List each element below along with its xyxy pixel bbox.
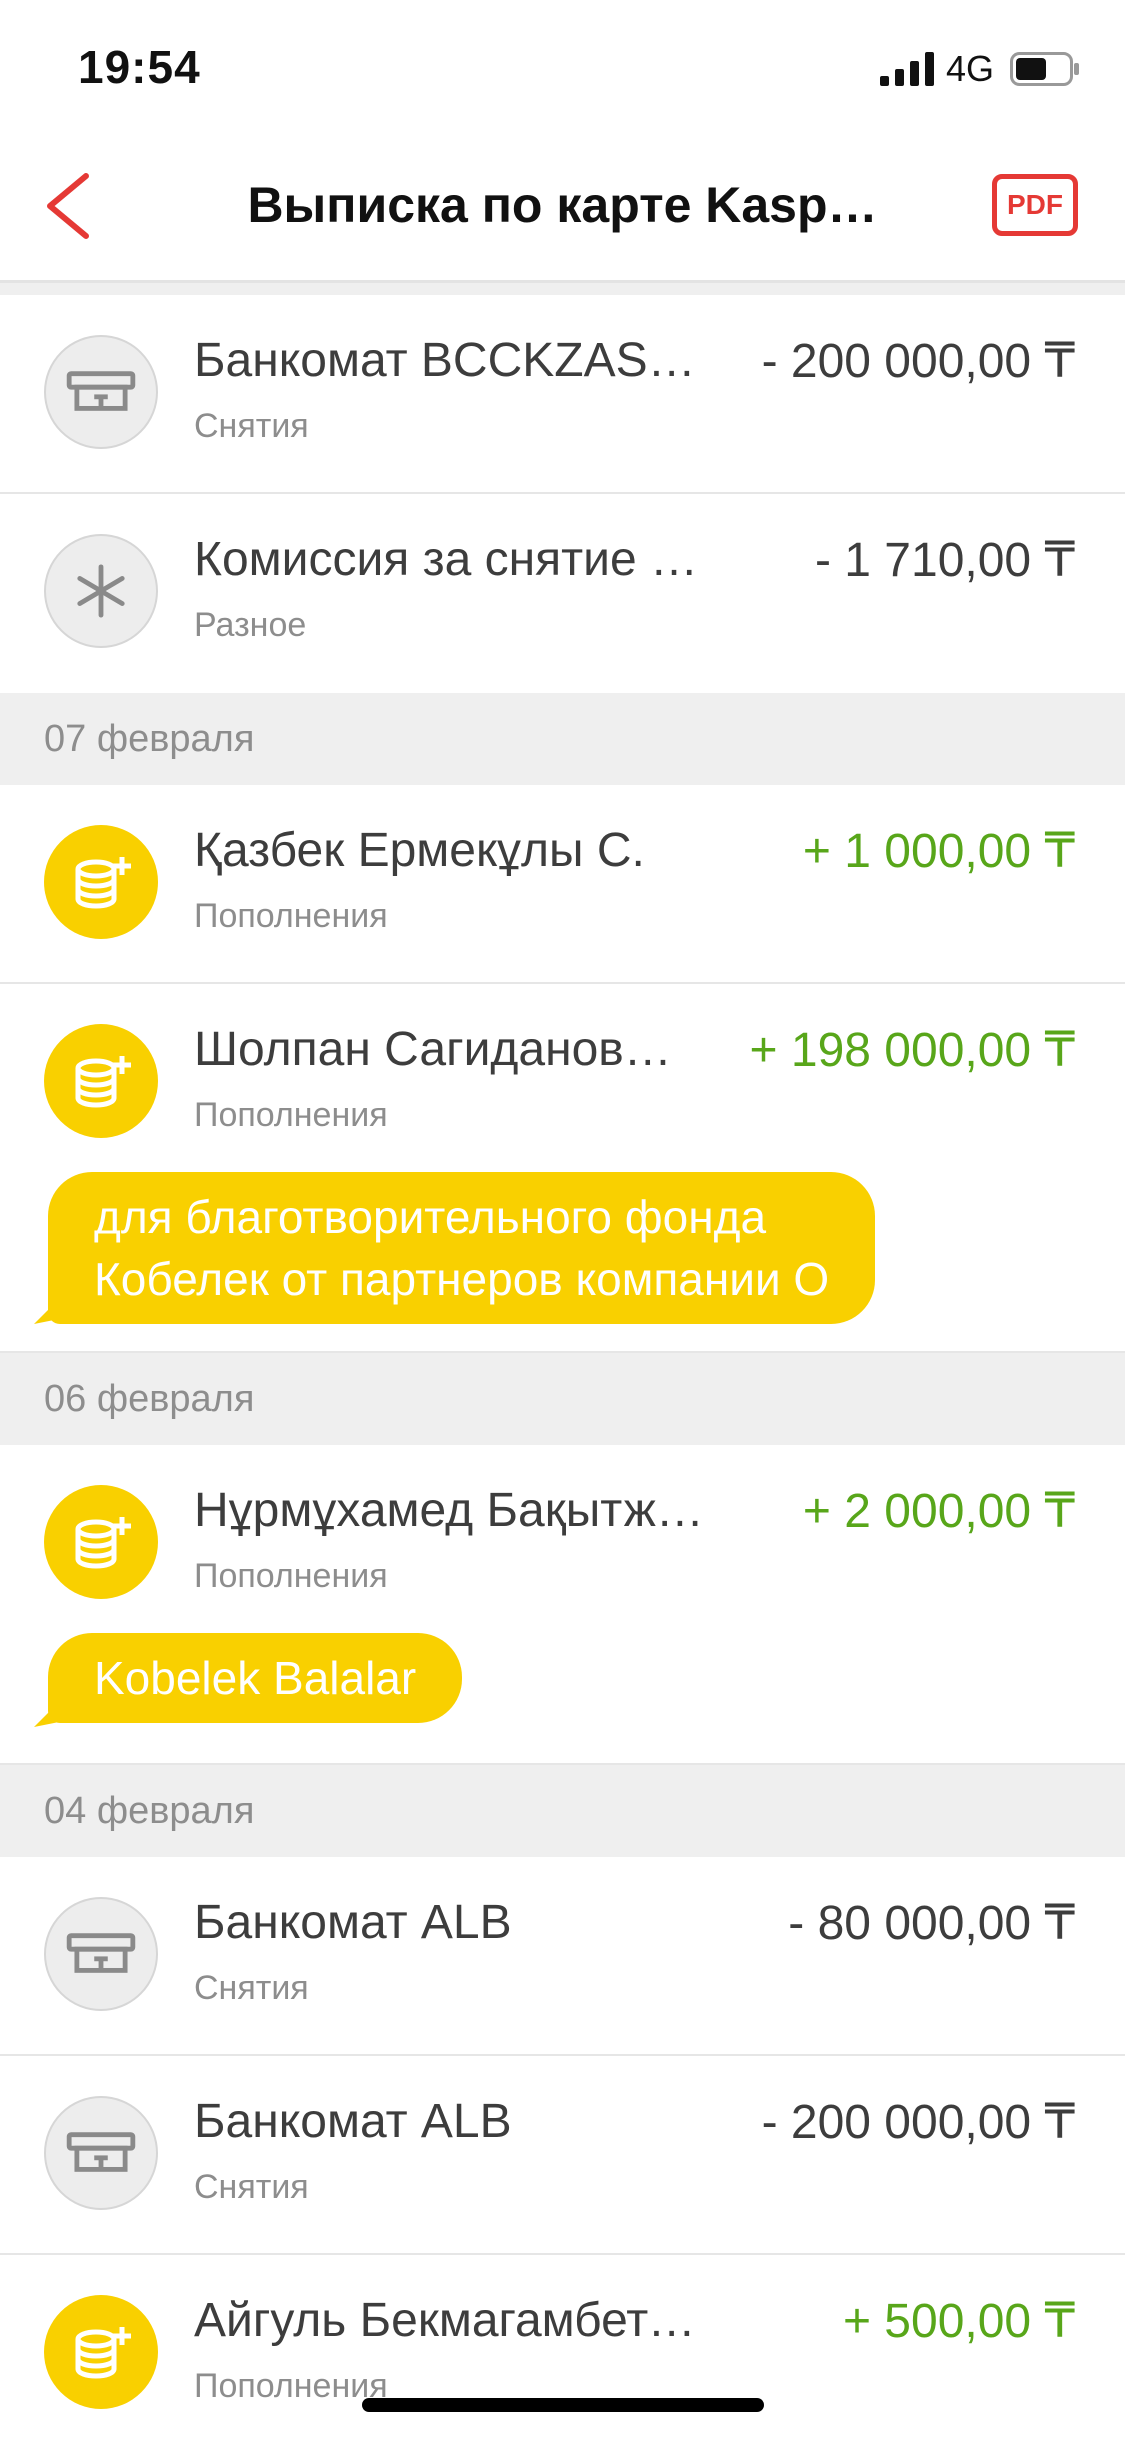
transaction-amount: + 2 000,00 ₸: [802, 1485, 1075, 1538]
home-indicator: [362, 2398, 764, 2412]
transaction-title: Банкомат ALB: [194, 2095, 512, 2148]
transaction-row[interactable]: Айгуль Бекмагамбетов… Пополнения + 500,0…: [0, 2255, 1125, 2454]
transaction-category: Разное: [194, 606, 307, 644]
transaction-row[interactable]: Банкомат BCCKZAS… Снятия - 200 000,00 ₸: [0, 295, 1125, 494]
nav-bar: Выписка по карте Kasp… PDF: [0, 132, 1125, 283]
date-header: 07 февраля: [0, 693, 1125, 785]
transaction-comment: Kobelek Balalar: [48, 1633, 463, 1723]
date-header: 06 февраля: [0, 1353, 1125, 1445]
bubble-tail: [34, 1697, 64, 1727]
bubble-tail: [34, 1294, 64, 1324]
transaction-comment: для благотворительного фонда Кобелек от …: [48, 1172, 876, 1324]
transaction-category: Снятия: [194, 1969, 309, 2007]
transaction-title: Банкомат ALB: [194, 1896, 512, 1949]
back-chevron-icon[interactable]: [36, 170, 106, 242]
transaction-amount: - 200 000,00 ₸: [761, 2096, 1075, 2149]
transaction-amount: + 198 000,00 ₸: [749, 1024, 1075, 1077]
transaction-title: Айгуль Бекмагамбетов…: [194, 2294, 714, 2347]
atm-icon: [44, 1897, 158, 2011]
transaction-row[interactable]: Банкомат ALB Снятия - 200 000,00 ₸: [0, 2056, 1125, 2255]
transaction-title: Шолпан Сагиданов…: [194, 1023, 672, 1076]
transaction-category: Снятия: [194, 407, 309, 445]
transaction-category: Пополнения: [194, 1096, 388, 1134]
status-bar: 19:54 4G: [0, 0, 1125, 132]
transaction-category: Пополнения: [194, 2367, 388, 2405]
transaction-category: Пополнения: [194, 1557, 388, 1595]
coins-plus-icon: [44, 1485, 158, 1599]
transaction-amount: + 1 000,00 ₸: [802, 825, 1075, 878]
transaction-amount: - 80 000,00 ₸: [788, 1897, 1075, 1950]
transaction-category: Пополнения: [194, 897, 388, 935]
coins-plus-icon: [44, 2295, 158, 2409]
pdf-export-button[interactable]: PDF: [992, 174, 1078, 236]
transaction-title: Банкомат BCCKZAS…: [194, 334, 696, 387]
transaction-category: Снятия: [194, 2168, 309, 2206]
transaction-title: Комиссия за снятие на…: [194, 533, 714, 586]
transaction-title: Қазбек Ермекұлы С.: [194, 824, 645, 877]
battery-icon: [1010, 52, 1079, 86]
transaction-row[interactable]: Нұрмұхамед Бақытжа… Пополнения + 2 000,0…: [0, 1445, 1125, 1633]
atm-icon: [44, 2096, 158, 2210]
comment-container: для благотворительного фонда Кобелек от …: [0, 1172, 1125, 1353]
list-top-gap: [0, 283, 1125, 295]
date-header: 04 февраля: [0, 1765, 1125, 1857]
network-type: 4G: [946, 48, 995, 89]
coins-plus-icon: [44, 825, 158, 939]
transaction-title: Нұрмұхамед Бақытжа…: [194, 1484, 714, 1537]
transaction-amount: - 200 000,00 ₸: [761, 335, 1075, 388]
comment-container: Kobelek Balalar: [0, 1633, 1125, 1765]
transaction-row[interactable]: Комиссия за снятие на… Разное - 1 710,00…: [0, 494, 1125, 693]
asterisk-icon: [44, 534, 158, 648]
page-title: Выписка по карте Kasp…: [247, 177, 878, 233]
signal-icon: [880, 52, 934, 86]
transaction-row[interactable]: Қазбек Ермекұлы С. Пополнения + 1 000,00…: [0, 785, 1125, 984]
status-time: 19:54: [78, 41, 201, 93]
transaction-amount: + 500,00 ₸: [842, 2295, 1075, 2348]
coins-plus-icon: [44, 1024, 158, 1138]
transaction-row[interactable]: Банкомат ALB Снятия - 80 000,00 ₸: [0, 1857, 1125, 2056]
transaction-list: Банкомат BCCKZAS… Снятия - 200 000,00 ₸ …: [0, 283, 1125, 2454]
transaction-amount: - 1 710,00 ₸: [814, 534, 1075, 587]
atm-icon: [44, 335, 158, 449]
transaction-row[interactable]: Шолпан Сагиданов… Пополнения + 198 000,0…: [0, 984, 1125, 1172]
